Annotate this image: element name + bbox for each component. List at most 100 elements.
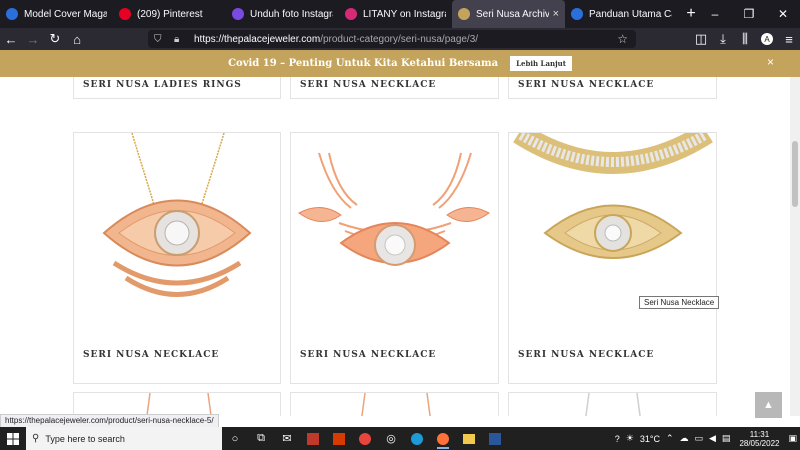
tab-title: Seri Nusa Archives - Page bbox=[476, 8, 549, 20]
forward-button[interactable]: → bbox=[22, 28, 44, 50]
app-icon-1[interactable] bbox=[300, 427, 326, 450]
product-title[interactable]: SERI NUSA NECKLACE bbox=[83, 350, 219, 360]
weather-temp[interactable]: 31°C bbox=[640, 434, 660, 444]
browser-tab[interactable]: Unduh foto Instagram onlin bbox=[226, 0, 339, 28]
windows-logo-icon bbox=[7, 432, 19, 445]
search-icon: ⚲ bbox=[32, 433, 40, 444]
product-card[interactable]: SERI NUSA NECKLACE bbox=[290, 132, 499, 384]
bookmark-star-icon[interactable]: ☆ bbox=[617, 32, 628, 46]
url-path: /product-category/seri-nusa/page/3/ bbox=[320, 33, 479, 45]
windows-taskbar: ⚲ Type here to search ○ ⧉ ✉ ◎ ? ☀ 31°C ⌃… bbox=[0, 427, 800, 450]
browser-tab[interactable]: Model Cover Magazine - Po bbox=[0, 0, 113, 28]
toolbar-right: ◫ ⤓ ⫼ A ≡ bbox=[690, 28, 800, 50]
product-card[interactable]: SERI NUSA LADIES RINGS bbox=[73, 77, 281, 99]
product-card[interactable] bbox=[290, 392, 499, 416]
shield-icon[interactable]: ⛉ bbox=[154, 34, 168, 45]
product-card[interactable]: SERI NUSA NECKLACE bbox=[508, 132, 717, 384]
learn-more-button[interactable]: Lebih Lanjut bbox=[510, 56, 572, 71]
system-tray: ? ☀ 31°C ⌃ ☁ ▭ ◀ ▤ 11:31 28/05/2022 ▣ bbox=[612, 427, 800, 450]
necklace-image[interactable] bbox=[291, 392, 498, 416]
lock-icon[interactable]: 🔒︎ bbox=[174, 34, 188, 45]
address-bar[interactable]: ⛉ 🔒︎ https://thepalacejeweler.com/produc… bbox=[148, 30, 636, 48]
image-tooltip: Seri Nusa Necklace bbox=[639, 296, 720, 309]
window-controls: – ❐ ✕ bbox=[698, 0, 800, 28]
necklace-image[interactable] bbox=[74, 392, 280, 416]
canva-icon bbox=[571, 8, 583, 20]
edge-icon[interactable] bbox=[404, 427, 430, 450]
help-icon[interactable]: ? bbox=[615, 434, 620, 444]
status-bar-url: https://thepalacejeweler.com/product/ser… bbox=[0, 414, 219, 428]
mail-icon[interactable]: ✉ bbox=[274, 427, 300, 450]
tab-title: Model Cover Magazine - Po bbox=[24, 8, 107, 20]
tab-title: (209) Pinterest bbox=[137, 8, 203, 20]
downloads-icon[interactable]: ⤓ bbox=[712, 28, 734, 50]
office-icon[interactable] bbox=[326, 427, 352, 450]
taskbar-search[interactable]: ⚲ Type here to search bbox=[26, 427, 222, 450]
product-title[interactable]: SERI NUSA LADIES RINGS bbox=[83, 80, 242, 90]
notification-icon[interactable]: ▣ bbox=[788, 433, 797, 444]
home-button[interactable]: ⌂ bbox=[66, 28, 88, 50]
task-view-icon[interactable]: ⧉ bbox=[248, 427, 274, 450]
menu-icon[interactable]: ≡ bbox=[778, 28, 800, 50]
browser-tab[interactable]: LITANY on Instagram: "LITA bbox=[339, 0, 452, 28]
navigation-toolbar: ← → ↻ ⌂ ⛉ 🔒︎ https://thepalacejeweler.co… bbox=[0, 28, 800, 50]
instagram-icon bbox=[345, 8, 357, 20]
reload-button[interactable]: ↻ bbox=[44, 28, 66, 50]
scroll-to-top-button[interactable]: ▲ bbox=[755, 392, 782, 418]
word-icon[interactable] bbox=[482, 427, 508, 450]
minimize-button[interactable]: – bbox=[698, 0, 732, 28]
tab-title: LITANY on Instagram: "LITA bbox=[363, 8, 446, 20]
close-tab-icon[interactable]: × bbox=[553, 8, 559, 20]
tab-list: Model Cover Magazine - Po (209) Pinterest… bbox=[0, 0, 678, 28]
library-icon[interactable]: ⫼ bbox=[734, 28, 756, 50]
url-host: https://thepalacejeweler.com bbox=[194, 33, 321, 45]
product-title[interactable]: SERI NUSA NECKLACE bbox=[518, 350, 654, 360]
volume-icon[interactable]: ◀ bbox=[709, 433, 716, 444]
firefox-icon[interactable] bbox=[430, 427, 456, 450]
chevron-up-icon[interactable]: ⌃ bbox=[666, 433, 674, 444]
scrollbar-thumb[interactable] bbox=[792, 141, 798, 207]
tab-title: Unduh foto Instagram onlin bbox=[250, 8, 333, 20]
maximize-button[interactable]: ❐ bbox=[732, 0, 766, 28]
necklace-image[interactable] bbox=[74, 133, 280, 333]
file-explorer-icon[interactable] bbox=[456, 427, 482, 450]
search-placeholder: Type here to search bbox=[45, 433, 125, 444]
language-icon[interactable]: ▤ bbox=[722, 433, 731, 444]
pinterest-icon bbox=[119, 8, 131, 20]
necklace-image[interactable] bbox=[509, 392, 716, 416]
time: 11:31 bbox=[749, 429, 770, 439]
product-title[interactable]: SERI NUSA NECKLACE bbox=[300, 80, 436, 90]
browser-tab[interactable]: (209) Pinterest bbox=[113, 0, 226, 28]
back-button[interactable]: ← bbox=[0, 28, 22, 50]
network-icon[interactable]: ▭ bbox=[694, 433, 703, 444]
product-card[interactable] bbox=[73, 392, 281, 416]
necklace-image[interactable] bbox=[291, 133, 498, 333]
product-grid: SERI NUSA LADIES RINGS SERI NUSA NECKLAC… bbox=[0, 77, 790, 416]
banner-text: Covid 19 – Penting Untuk Kita Ketahui Be… bbox=[228, 58, 499, 69]
product-card[interactable]: SERI NUSA NECKLACE bbox=[290, 77, 499, 99]
product-card[interactable]: SERI NUSA NECKLACE bbox=[73, 132, 281, 384]
browser-tab[interactable]: Seri Nusa Archives - Page × bbox=[452, 0, 565, 28]
cloud-icon[interactable]: ☁ bbox=[679, 433, 688, 444]
page-scrollbar[interactable] bbox=[790, 77, 800, 416]
cortana-icon[interactable]: ○ bbox=[222, 427, 248, 450]
account-icon[interactable]: A bbox=[756, 28, 778, 50]
browser-tab[interactable]: Panduan Utama Canva untu bbox=[565, 0, 678, 28]
browser-tab-bar: Model Cover Magazine - Po (209) Pinterest… bbox=[0, 0, 800, 28]
palace-icon bbox=[458, 8, 470, 20]
pocket-icon[interactable]: ◫ bbox=[690, 28, 712, 50]
product-card[interactable] bbox=[508, 392, 717, 416]
banner-close-icon[interactable]: × bbox=[767, 55, 774, 69]
clock[interactable]: 11:31 28/05/2022 bbox=[739, 430, 779, 448]
close-window-button[interactable]: ✕ bbox=[766, 0, 800, 28]
downloader-icon bbox=[232, 8, 244, 20]
start-button[interactable] bbox=[0, 427, 26, 450]
chrome-icon[interactable] bbox=[352, 427, 378, 450]
product-title[interactable]: SERI NUSA NECKLACE bbox=[518, 80, 654, 90]
product-title[interactable]: SERI NUSA NECKLACE bbox=[300, 350, 436, 360]
date: 28/05/2022 bbox=[739, 438, 780, 448]
weather-icon[interactable]: ☀ bbox=[626, 433, 634, 444]
tab-title: Panduan Utama Canva untu bbox=[589, 8, 672, 20]
product-card[interactable]: SERI NUSA NECKLACE bbox=[508, 77, 717, 99]
app-icon-2[interactable]: ◎ bbox=[378, 427, 404, 450]
